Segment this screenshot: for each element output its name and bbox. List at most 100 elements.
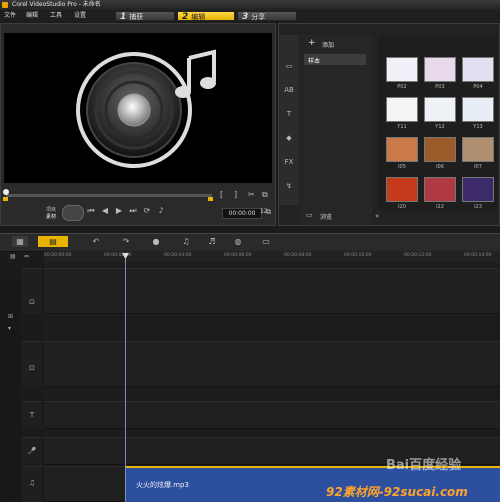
graphic-icon[interactable]: ◆ bbox=[282, 132, 296, 144]
menu-edit[interactable]: 编辑 bbox=[26, 10, 38, 22]
record-capture-icon[interactable]: ● bbox=[150, 236, 162, 247]
library-thumbnail[interactable] bbox=[424, 97, 456, 122]
library-folder-sample[interactable]: 样本 bbox=[304, 54, 366, 65]
next-frame-icon[interactable]: ▶ bbox=[114, 206, 124, 216]
thumbnail-label: I05 bbox=[398, 164, 406, 170]
ruler-label: 00:00:10:00 bbox=[344, 253, 372, 258]
motion-tracking-icon[interactable]: ◍ bbox=[232, 236, 244, 247]
thumbnail-label: Y13 bbox=[473, 124, 483, 130]
storyboard-view-icon[interactable]: ▦ bbox=[12, 236, 28, 247]
browse-icon[interactable]: ▭ bbox=[306, 211, 313, 219]
subtitle-editor-icon[interactable]: ▭ bbox=[260, 236, 272, 247]
video-track-icon[interactable]: ⊡ bbox=[26, 297, 38, 307]
menu-file[interactable]: 文件 bbox=[4, 10, 16, 22]
timecode-value: 00:00:00 bbox=[228, 210, 256, 217]
path-icon[interactable]: ↯ bbox=[282, 180, 296, 192]
ruler-label: 00:00:12:00 bbox=[404, 253, 432, 258]
trim-marker-right[interactable] bbox=[208, 197, 213, 201]
music-track-icon[interactable]: ♫ bbox=[26, 478, 38, 488]
browse-label[interactable]: 浏览 bbox=[320, 212, 332, 221]
overlay-track-icon[interactable]: ⊡ bbox=[26, 363, 38, 373]
collapse-icon[interactable]: « bbox=[375, 212, 379, 220]
thumbnail-label: I07 bbox=[474, 164, 482, 170]
step-label: 捕获 bbox=[129, 13, 144, 21]
mark-out-icon[interactable]: ] bbox=[234, 190, 237, 199]
library-thumbnail[interactable] bbox=[462, 97, 494, 122]
overlay-track[interactable] bbox=[44, 341, 500, 387]
thumbnail-label: P03 bbox=[435, 84, 445, 90]
thumbnail-label: I20 bbox=[398, 204, 406, 210]
library-thumbnail[interactable] bbox=[462, 57, 494, 82]
add-folder-label[interactable]: 添加 bbox=[322, 40, 334, 49]
track-manager-icon[interactable]: ▤ bbox=[10, 253, 16, 260]
trim-marker-left[interactable] bbox=[3, 197, 8, 201]
step-number: 2 bbox=[182, 12, 189, 22]
step-label: 编辑 bbox=[191, 13, 206, 21]
ruler-label: 00:00:06:00 bbox=[224, 253, 252, 258]
step-number: 3 bbox=[242, 12, 249, 22]
library-thumbnail[interactable] bbox=[424, 177, 456, 202]
redo-icon[interactable]: ↷ bbox=[120, 236, 132, 247]
window-title: Corel VideoStudio Pro - 未命名 bbox=[12, 1, 101, 8]
prev-frame-icon[interactable]: ◀ bbox=[100, 206, 110, 216]
scrub-bar[interactable] bbox=[6, 194, 212, 197]
library-thumbnail[interactable] bbox=[386, 97, 418, 122]
library-thumbnail[interactable] bbox=[462, 177, 494, 202]
repeat-icon[interactable]: ⟳ bbox=[142, 206, 152, 216]
folder-label: 样本 bbox=[308, 58, 321, 65]
filter-fx-icon[interactable]: FX bbox=[282, 156, 296, 168]
ripple-edit-icon[interactable]: ⊞ bbox=[8, 313, 13, 320]
playhead[interactable] bbox=[125, 255, 126, 502]
timecode-display[interactable]: 00:00:00 bbox=[222, 208, 262, 219]
ruler-label: 00:00:14:00 bbox=[464, 253, 492, 258]
menu-bar: 文件 编辑 工具 设置 1 捕获 2 编辑 3 分享 bbox=[0, 10, 500, 22]
title-bar: Corel VideoStudio Pro - 未命名 bbox=[0, 0, 500, 10]
instant-project-icon[interactable]: ▭ bbox=[282, 60, 296, 72]
mark-in-icon[interactable]: [ bbox=[220, 190, 223, 199]
add-folder-icon[interactable]: + bbox=[308, 38, 316, 48]
library-thumbnail[interactable] bbox=[424, 57, 456, 82]
step-share-tab[interactable]: 3 分享 bbox=[237, 11, 297, 22]
transition-icon[interactable]: AB bbox=[282, 84, 296, 96]
library-thumbnail[interactable] bbox=[462, 137, 494, 162]
menu-settings[interactable]: 设置 bbox=[74, 10, 86, 22]
enlarge-icon[interactable]: ⧉ bbox=[262, 190, 268, 200]
timeline-view-icon[interactable]: ▤ bbox=[38, 236, 68, 247]
title-icon[interactable]: T bbox=[282, 108, 296, 120]
library-thumbnail[interactable] bbox=[424, 137, 456, 162]
mode-project-label[interactable]: 项目 bbox=[46, 206, 56, 213]
step-edit-tab[interactable]: 2 编辑 bbox=[177, 11, 235, 22]
auto-music-icon[interactable]: ♬ bbox=[206, 236, 218, 247]
voice-track-icon[interactable]: 🎤 bbox=[26, 446, 38, 456]
go-start-icon[interactable]: ⏮ bbox=[86, 206, 96, 216]
sound-mixer-icon[interactable]: ♫ bbox=[180, 236, 192, 247]
audio-clip-name: 火火的炫爆.mp3 bbox=[136, 481, 189, 489]
menu-tools[interactable]: 工具 bbox=[50, 10, 62, 22]
copy-icon[interactable]: ⧉ bbox=[266, 208, 271, 217]
thumbnail-label: Y11 bbox=[397, 124, 407, 130]
dropdown-icon[interactable]: ▾ bbox=[8, 325, 11, 332]
cut-icon[interactable]: ✂ bbox=[248, 190, 255, 199]
library-thumbnail[interactable] bbox=[386, 137, 418, 162]
mode-toggle[interactable] bbox=[62, 205, 84, 221]
library-thumbnail[interactable] bbox=[386, 57, 418, 82]
volume-icon[interactable]: ♪ bbox=[156, 206, 166, 216]
preview-window bbox=[4, 33, 272, 183]
zoom-fit-icon[interactable]: ⇔ bbox=[24, 253, 29, 260]
video-track-header bbox=[22, 268, 42, 314]
library-thumbnail[interactable] bbox=[386, 177, 418, 202]
mode-clip-label[interactable]: 素材 bbox=[46, 213, 56, 220]
scrub-handle[interactable] bbox=[3, 189, 9, 195]
thumbnail-label: P02 bbox=[397, 84, 407, 90]
thumbnail-label: Y12 bbox=[435, 124, 445, 130]
go-end-icon[interactable]: ⏭ bbox=[128, 206, 138, 216]
video-track[interactable] bbox=[44, 268, 500, 314]
thumbnail-label: P04 bbox=[473, 84, 483, 90]
step-capture-tab[interactable]: 1 捕获 bbox=[115, 11, 175, 22]
undo-icon[interactable]: ↶ bbox=[90, 236, 102, 247]
watermark-92sucai: 92素材网-92sucai.com bbox=[326, 485, 468, 499]
ruler-label: 00:00:08:00 bbox=[284, 253, 312, 258]
title-track-icon[interactable]: T bbox=[26, 410, 38, 420]
title-track[interactable] bbox=[44, 401, 500, 429]
app-icon bbox=[2, 2, 8, 8]
